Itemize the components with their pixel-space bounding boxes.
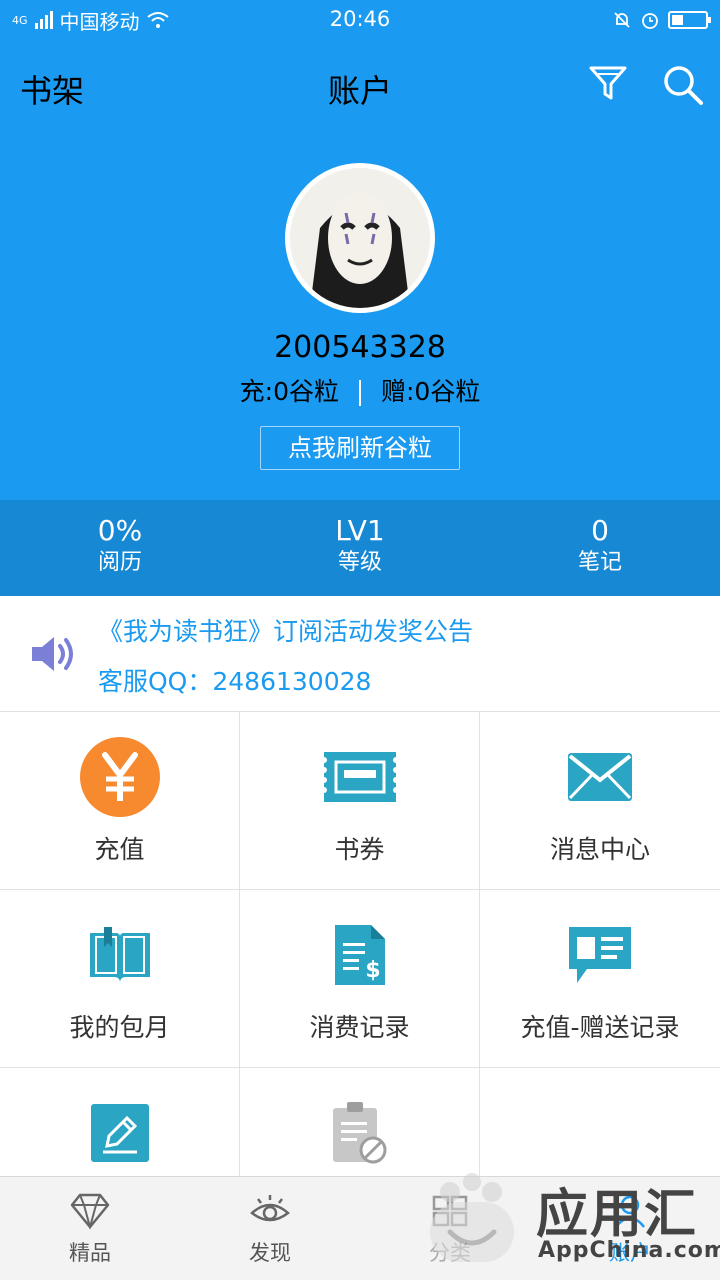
stat-reading[interactable]: 0% 阅历	[0, 500, 240, 596]
account-icon	[615, 1195, 645, 1228]
announcement-link[interactable]: 《我为读书狂》订阅活动发奖公告	[98, 612, 473, 648]
grid-item-label: 消费记录	[309, 1013, 410, 1042]
filter-icon[interactable]	[588, 64, 628, 104]
bottom-tab-bar: 精品 发现 分类 账户	[0, 1176, 720, 1280]
bookshelf-link[interactable]: 书架	[20, 66, 84, 112]
customer-service-qq: 客服QQ：2486130028	[98, 667, 372, 696]
grid-item-label: 充值	[94, 835, 145, 864]
grid-item-monthly[interactable]: 我的包月	[0, 890, 240, 1068]
grid-item-label: 充值-赠送记录	[520, 1013, 680, 1042]
clipboard-ban-icon	[332, 1102, 386, 1164]
stat-notes[interactable]: 0 笔记	[480, 500, 720, 596]
yuan-coin-icon	[79, 737, 160, 817]
tab-category[interactable]: 分类	[360, 1177, 540, 1280]
notice-panel[interactable]: 《我为读书狂》订阅活动发奖公告 客服QQ：2486130028	[0, 596, 720, 712]
tab-label: 账户	[609, 1241, 651, 1265]
diamond-icon	[70, 1193, 110, 1231]
tab-label: 发现	[249, 1241, 291, 1265]
tab-label: 精品	[69, 1241, 111, 1265]
balance-row: 充:0谷粒 赠:0谷粒	[0, 372, 720, 408]
chat-card-icon	[569, 927, 631, 983]
tab-discover[interactable]: 发现	[180, 1177, 360, 1280]
stat-label: 阅历	[97, 550, 142, 575]
balance-divider	[359, 380, 361, 406]
refresh-button[interactable]: 点我刷新谷粒	[260, 426, 460, 470]
tab-account[interactable]: 账户	[540, 1177, 720, 1280]
status-bar: 4G 中国移动 20:46	[0, 0, 720, 40]
ticket-icon	[323, 752, 396, 802]
status-time: 20:46	[329, 7, 391, 31]
profile-header: 200543328 充:0谷粒 赠:0谷粒 点我刷新谷粒	[0, 130, 720, 500]
user-id: 200543328	[274, 330, 446, 365]
grid-item-label: 我的包月	[69, 1013, 170, 1042]
tab-label: 分类	[429, 1241, 471, 1265]
gift-balance: 赠:0谷粒	[381, 377, 481, 406]
stat-value: LV1	[335, 514, 385, 547]
grid-item-gift-records[interactable]: 充值-赠送记录	[480, 890, 720, 1068]
pencil-edit-icon	[90, 1104, 149, 1162]
stat-label: 等级	[337, 550, 382, 575]
bill-dollar-icon: $	[334, 925, 385, 985]
grid-item-messages[interactable]: 消息中心	[480, 712, 720, 890]
top-nav: 书架 账户	[0, 40, 720, 130]
charge-balance: 充:0谷粒	[239, 377, 339, 406]
battery-icon	[668, 11, 711, 29]
stat-value: 0	[591, 514, 609, 547]
category-icon	[432, 1195, 468, 1227]
speaker-icon	[32, 637, 73, 671]
tab-featured[interactable]: 精品	[0, 1177, 180, 1280]
avatar[interactable]	[285, 163, 435, 313]
stat-value: 0%	[97, 514, 143, 547]
svg-text:$: $	[365, 958, 380, 983]
grid-item-label: 消息中心	[549, 835, 650, 864]
grid-item-recharge[interactable]: 充值	[0, 712, 240, 890]
search-icon[interactable]	[662, 64, 704, 106]
stat-label: 笔记	[577, 550, 622, 575]
grid-item-label: 书券	[334, 835, 385, 864]
eye-icon	[250, 1195, 290, 1222]
stats-bar: 0% 阅历 LV1 等级 0 笔记	[0, 500, 720, 596]
grid-item-spend-records[interactable]: $ 消费记录	[240, 890, 480, 1068]
grid-item-voucher[interactable]: 书券	[240, 712, 480, 890]
stat-level[interactable]: LV1 等级	[240, 500, 480, 596]
envelope-icon	[568, 753, 632, 801]
no-face-avatar-image	[290, 168, 430, 308]
open-book-icon	[89, 927, 150, 983]
